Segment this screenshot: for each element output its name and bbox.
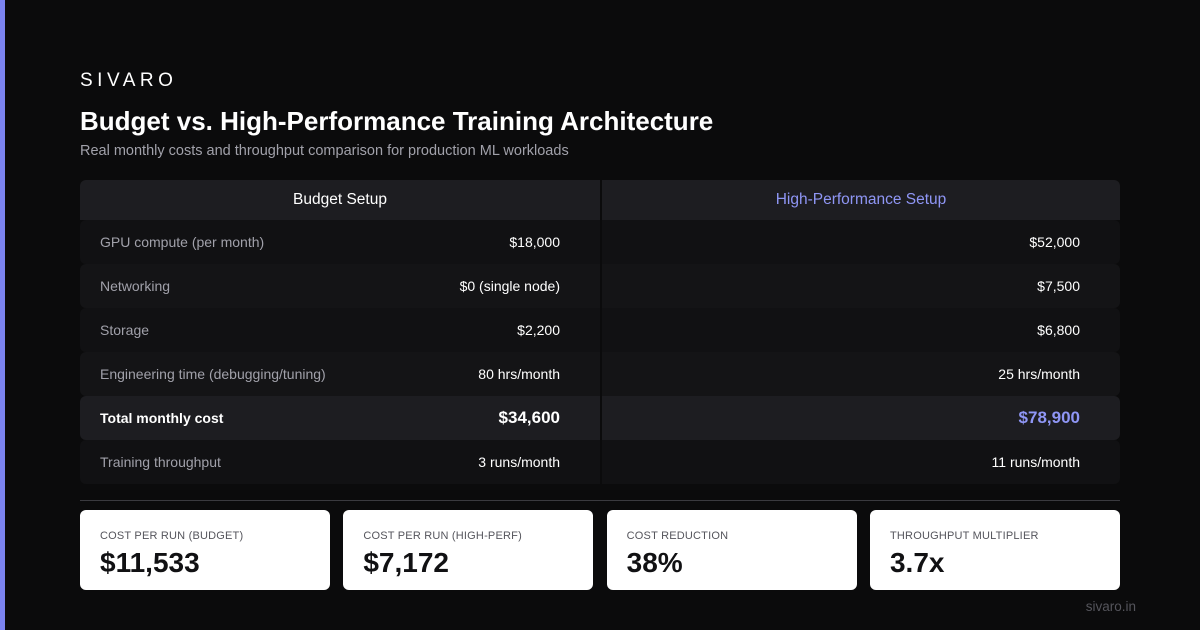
- footer-url: sivaro.in: [1085, 599, 1136, 614]
- metric-label: THROUGHPUT MULTIPLIER: [889, 530, 1039, 542]
- accent-bar: [0, 0, 5, 630]
- budget-cell: Storage $2,200: [80, 308, 600, 352]
- row-label: Total monthly cost: [100, 410, 224, 426]
- budget-value: 80 hrs/month: [478, 366, 560, 382]
- metric-value: 38%: [626, 547, 683, 578]
- performance-cell: $78,900: [600, 396, 1120, 440]
- page-title: Budget vs. High-Performance Training Arc…: [80, 106, 714, 136]
- metric-label: COST PER RUN (BUDGET): [100, 530, 244, 542]
- high-performance-setup-header: High-Performance Setup: [600, 180, 1120, 220]
- row-label: Training throughput: [100, 454, 221, 470]
- section-divider: [80, 500, 1120, 501]
- metric-cards: COST PER RUN (BUDGET) $11,533 COST PER R…: [80, 510, 1120, 590]
- comparison-table: Budget Setup High-Performance Setup GPU …: [80, 180, 1120, 484]
- table-row: Storage $2,200 $6,800: [80, 308, 1120, 352]
- metric-value: 3.7x: [889, 547, 945, 578]
- total-row: Total monthly cost $34,600 $78,900: [80, 396, 1120, 440]
- budget-total-value: $34,600: [498, 408, 560, 427]
- metric-card-cost-reduction: COST REDUCTION 38%: [606, 510, 857, 590]
- budget-cell: Training throughput 3 runs/month: [80, 440, 600, 484]
- metric-label: COST REDUCTION: [626, 530, 729, 542]
- performance-value: $6,800: [1037, 322, 1080, 338]
- table-row: GPU compute (per month) $18,000 $52,000: [80, 220, 1120, 264]
- performance-cell: $52,000: [600, 220, 1120, 264]
- budget-cell: GPU compute (per month) $18,000: [80, 220, 600, 264]
- metric-card-cost-per-run-budget: COST PER RUN (BUDGET) $11,533: [80, 510, 330, 590]
- row-label: Storage: [100, 322, 150, 338]
- performance-cell: $7,500: [600, 264, 1120, 308]
- performance-value: 25 hrs/month: [998, 366, 1080, 382]
- budget-value: $18,000: [509, 234, 560, 250]
- brand-logo: SIVARO: [80, 70, 178, 91]
- metric-value: $11,533: [100, 547, 200, 578]
- table-header-row: Budget Setup High-Performance Setup: [80, 180, 1120, 220]
- budget-cell: Engineering time (debugging/tuning) 80 h…: [80, 352, 600, 396]
- row-label: Engineering time (debugging/tuning): [100, 366, 326, 382]
- budget-cell: Networking $0 (single node): [80, 264, 600, 308]
- performance-total-value: $78,900: [1018, 408, 1080, 427]
- page-subtitle: Real monthly costs and throughput compar…: [80, 143, 569, 159]
- table-row: Training throughput 3 runs/month 11 runs…: [80, 440, 1120, 484]
- metric-card-cost-per-run-high-perf: COST PER RUN (HIGH-PERF) $7,172: [343, 510, 594, 590]
- budget-cell: Total monthly cost $34,600: [80, 396, 600, 440]
- budget-value: $0 (single node): [459, 278, 560, 294]
- performance-value: $7,500: [1037, 278, 1080, 294]
- table-row: Engineering time (debugging/tuning) 80 h…: [80, 352, 1120, 396]
- table-row: Networking $0 (single node) $7,500: [80, 264, 1120, 308]
- metric-label: COST PER RUN (HIGH-PERF): [363, 530, 522, 542]
- performance-value: $52,000: [1029, 234, 1080, 250]
- performance-value: 11 runs/month: [991, 454, 1080, 470]
- row-label: GPU compute (per month): [100, 234, 265, 250]
- metric-value: $7,172: [363, 547, 449, 578]
- performance-cell: 25 hrs/month: [600, 352, 1120, 396]
- budget-setup-header: Budget Setup: [80, 180, 600, 220]
- row-label: Networking: [100, 278, 171, 294]
- budget-value: 3 runs/month: [478, 454, 560, 470]
- budget-value: $2,200: [517, 322, 560, 338]
- performance-cell: $6,800: [600, 308, 1120, 352]
- metric-card-throughput-multiplier: THROUGHPUT MULTIPLIER 3.7x: [869, 510, 1120, 590]
- performance-cell: 11 runs/month: [600, 440, 1120, 484]
